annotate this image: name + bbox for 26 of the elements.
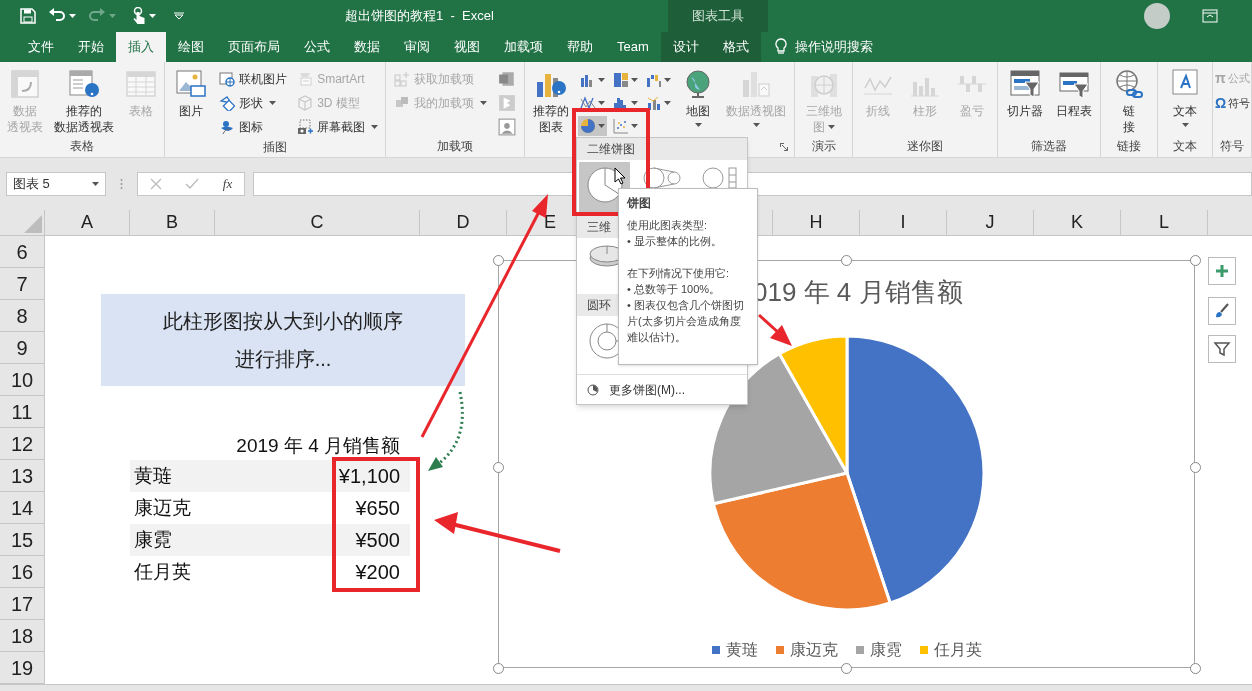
group-label: 链接 xyxy=(1117,138,1141,155)
table-cell: ¥1,100 xyxy=(215,460,410,492)
legend-label: 康霓 xyxy=(869,640,902,660)
group-label: 符号 xyxy=(1220,138,1244,155)
legend-label: 任月英 xyxy=(933,640,982,660)
tooltip-text: 在下列情况下使用它: xyxy=(627,266,731,281)
legend-label: 黄琏 xyxy=(725,640,758,660)
text-box-text: 此柱形图按从大到小的顺序进行排序... xyxy=(162,309,404,372)
tooltip-title: 饼图 xyxy=(627,195,652,211)
group-label: 迷你图 xyxy=(907,138,943,155)
table-title: 2019 年 4 月销售额 xyxy=(235,433,401,458)
group-label: 插图 xyxy=(263,139,287,156)
menu-section-header: 二维饼图 xyxy=(577,138,747,160)
group-label: 表格 xyxy=(70,138,94,155)
group-label: 文本 xyxy=(1173,138,1197,155)
tooltip-text: • 总数等于 100%。 xyxy=(627,282,722,297)
group-label: 筛选器 xyxy=(1031,138,1067,155)
table-cell: 康霓 xyxy=(130,524,215,556)
legend-label: 康迈克 xyxy=(789,640,838,660)
window-title: 超出饼图的教程1 - Excel xyxy=(345,7,495,26)
context-tab-label: 图表工具 xyxy=(668,0,768,32)
group-label: 加载项 xyxy=(437,138,473,155)
tooltip-text: 使用此图表类型: xyxy=(627,218,709,233)
group-label: 演示 xyxy=(811,138,836,155)
table-cell: ¥500 xyxy=(215,524,410,556)
table-cell: 黄琏 xyxy=(130,460,215,492)
